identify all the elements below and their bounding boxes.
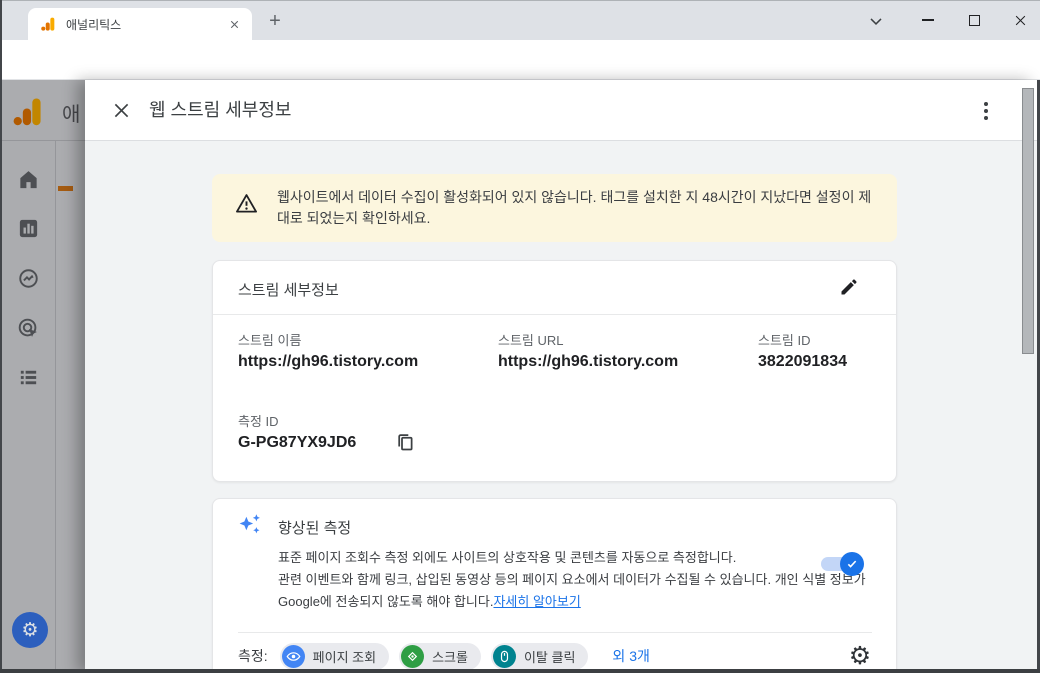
field-label: 스트림 ID bbox=[758, 333, 811, 348]
copy-icon[interactable] bbox=[395, 432, 416, 453]
dialog-menu-kebab-icon[interactable] bbox=[977, 101, 995, 121]
tab-search-chevron-icon[interactable] bbox=[866, 11, 886, 31]
browser-titlebar: 애널리틱스 + bbox=[0, 0, 1040, 40]
scrollbar-thumb[interactable] bbox=[1022, 88, 1034, 354]
advertising-icon[interactable] bbox=[17, 317, 40, 340]
minimize-icon bbox=[922, 19, 934, 21]
chip-label: 스크롤 bbox=[432, 649, 468, 665]
divider bbox=[55, 141, 56, 673]
maximize-button[interactable] bbox=[960, 10, 988, 30]
divider bbox=[0, 140, 85, 141]
minimize-button[interactable] bbox=[914, 10, 942, 30]
chip-outbound-click[interactable]: 이탈 클릭 bbox=[490, 642, 589, 670]
more-events-link[interactable]: 외 3개 bbox=[612, 646, 649, 666]
eye-icon bbox=[281, 644, 305, 668]
field-label: 스트림 URL bbox=[498, 333, 564, 348]
window-border bbox=[0, 0, 1040, 1]
close-window-button[interactable] bbox=[1006, 10, 1034, 30]
browser-tab[interactable]: 애널리틱스 bbox=[28, 8, 252, 40]
window-border bbox=[0, 669, 1040, 673]
dialog-title: 웹 스트림 세부정보 bbox=[149, 100, 292, 120]
divider bbox=[238, 632, 872, 633]
dialog-close-icon[interactable] bbox=[111, 100, 132, 121]
stream-url-value: https://gh96.tistory.com bbox=[498, 353, 679, 370]
dimmed-tab-indicator bbox=[58, 186, 73, 191]
analytics-favicon-icon bbox=[40, 16, 56, 32]
measurement-id-value: G-PG87YX9JD6 bbox=[238, 434, 357, 451]
sparkle-icon bbox=[237, 512, 262, 537]
reports-icon[interactable] bbox=[17, 217, 40, 240]
analytics-logo-icon bbox=[10, 95, 45, 128]
admin-gear-button[interactable]: ⚙ bbox=[12, 612, 48, 648]
description-rest: 관련 이벤트와 함께 링크, 삽입된 동영상 등의 페이지 요소에서 데이터가 … bbox=[278, 572, 866, 609]
scroll-icon bbox=[401, 644, 425, 668]
tab-title: 애널리틱스 bbox=[66, 17, 122, 32]
warning-triangle-icon bbox=[235, 192, 258, 215]
measuring-row: 측정: 페이지 조회 스크롤 이탈 클릭 외 3개 ⚙ bbox=[238, 641, 872, 671]
card-description: 표준 페이지 조회수 측정 외에도 사이트의 상호작용 및 콘텐츠를 자동으로 … bbox=[278, 547, 879, 613]
description-line1: 표준 페이지 조회수 측정 외에도 사이트의 상호작용 및 콘텐츠를 자동으로 … bbox=[278, 550, 737, 565]
learn-more-link[interactable]: 자세히 알아보기 bbox=[493, 594, 580, 609]
chip-scroll[interactable]: 스크롤 bbox=[399, 642, 481, 670]
web-stream-details-dialog: 웹 스트림 세부정보 웹사이트에서 데이터 수집이 활성화되어 있지 않습니다.… bbox=[85, 80, 1037, 673]
card-title: 스트림 세부정보 bbox=[238, 282, 339, 299]
app-title-partial: 애 bbox=[62, 104, 81, 126]
enhanced-measurement-card: 향상된 측정 표준 페이지 조회수 측정 외에도 사이트의 상호작용 및 콘텐츠… bbox=[212, 498, 897, 673]
chip-page-view[interactable]: 페이지 조회 bbox=[279, 642, 390, 670]
stream-name-value: https://gh96.tistory.com bbox=[238, 353, 419, 370]
settings-gear-icon[interactable]: ⚙ bbox=[845, 641, 875, 671]
explore-icon[interactable] bbox=[17, 267, 40, 290]
enhanced-measurement-toggle[interactable] bbox=[814, 552, 864, 576]
window-border bbox=[0, 0, 2, 673]
card-title: 향상된 측정 bbox=[278, 520, 352, 537]
stream-id-value: 3822091834 bbox=[758, 353, 847, 370]
field-label: 스트림 이름 bbox=[238, 333, 302, 348]
measurement-id-label: 측정 ID bbox=[238, 414, 279, 429]
browser-toolbar: ← → ↻ analytics.google.com/analytics/web… bbox=[0, 40, 1040, 114]
measuring-label: 측정: bbox=[238, 648, 268, 664]
new-tab-button[interactable]: + bbox=[262, 8, 288, 34]
edit-pencil-icon[interactable] bbox=[839, 277, 859, 297]
maximize-icon bbox=[968, 14, 980, 26]
home-icon[interactable] bbox=[17, 168, 40, 191]
dialog-header: 웹 스트림 세부정보 bbox=[85, 80, 1037, 141]
chip-label: 페이지 조회 bbox=[312, 649, 377, 665]
warning-text: 웹사이트에서 데이터 수집이 활성화되어 있지 않습니다. 태그를 설치한 지 … bbox=[277, 189, 872, 226]
tab-close-icon[interactable] bbox=[226, 16, 242, 32]
library-list-icon[interactable] bbox=[17, 366, 40, 389]
chip-label: 이탈 클릭 bbox=[523, 649, 576, 665]
divider bbox=[213, 314, 896, 315]
mouse-icon bbox=[492, 644, 516, 668]
warning-banner: 웹사이트에서 데이터 수집이 활성화되어 있지 않습니다. 태그를 설치한 지 … bbox=[212, 174, 897, 242]
browser-window: 애널리틱스 + ← → ↻ analytics.google.com/analy… bbox=[0, 0, 1040, 673]
stream-details-card: 스트림 세부정보 스트림 이름 스트림 URL 스트림 ID https://g… bbox=[212, 260, 897, 482]
toggle-thumb-check-icon bbox=[840, 552, 864, 576]
close-icon bbox=[1015, 15, 1025, 25]
